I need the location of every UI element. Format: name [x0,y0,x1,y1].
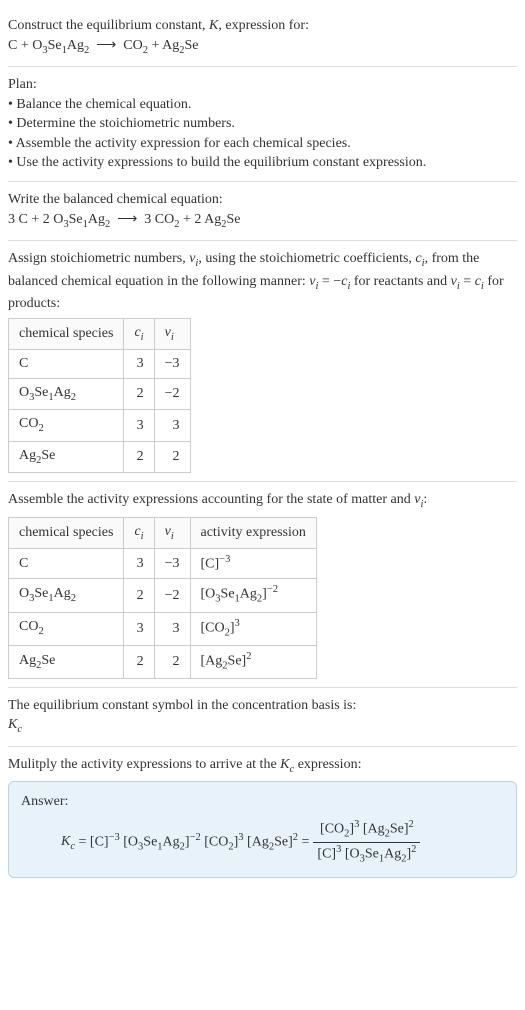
balanced-equation: 3 C + 2 O3Se1Ag2 ⟶ 3 CO2 + 2 Ag2Se [8,210,517,232]
cell-species: CO2 [9,612,124,645]
cell-vi: −2 [154,579,190,612]
plan-item: • Determine the stoichiometric numbers. [8,114,517,134]
table-row: C 3 −3 [9,350,191,379]
cell-ci: 2 [124,579,154,612]
col-species: chemical species [9,517,124,548]
cell-ci: 3 [124,350,154,379]
cell-species: O3Se1Ag2 [9,579,124,612]
cell-ci: 2 [124,645,154,678]
cell-vi: 2 [154,441,190,472]
stoich-intro: Assign stoichiometric numbers, νi, using… [8,249,517,314]
balanced-section: Write the balanced chemical equation: 3 … [8,182,517,241]
cell-activity: [O3Se1Ag2]−2 [190,579,316,612]
cell-activity: [CO2]3 [190,612,316,645]
cell-species: C [9,549,124,579]
cell-ci: 2 [124,441,154,472]
basis-symbol: Kc [8,715,517,737]
kc-fraction: [CO2]3 [Ag2Se]2 [C]3 [O3Se1Ag2]2 [313,818,420,867]
table-header-row: chemical species ci νi [9,318,191,349]
basis-section: The equilibrium constant symbol in the c… [8,688,517,747]
table-row: Ag2Se 2 2 [9,441,191,472]
plan-item: • Assemble the activity expression for e… [8,134,517,154]
final-section: Mulitply the activity expressions to arr… [8,747,517,886]
cell-ci: 2 [124,378,154,409]
cell-species: C [9,350,124,379]
answer-label: Answer: [21,792,504,812]
cell-vi: −3 [154,350,190,379]
cell-activity: [Ag2Se]2 [190,645,316,678]
cell-ci: 3 [124,549,154,579]
cell-species: O3Se1Ag2 [9,378,124,409]
final-intro: Mulitply the activity expressions to arr… [8,755,517,777]
cell-vi: −3 [154,549,190,579]
intro-line1: Construct the equilibrium constant, K, e… [8,16,517,36]
cell-ci: 3 [124,612,154,645]
cell-vi: −2 [154,378,190,409]
activity-intro: Assemble the activity expressions accoun… [8,490,517,512]
col-vi: νi [154,517,190,548]
col-ci: ci [124,517,154,548]
plan-item: • Use the activity expressions to build … [8,153,517,173]
kc-frac-num: [CO2]3 [Ag2Se]2 [316,818,418,842]
plan-section: Plan: • Balance the chemical equation. •… [8,67,517,182]
table-row: CO2 3 3 [CO2]3 [9,612,317,645]
answer-box: Answer: Kc = [C]−3 [O3Se1Ag2]−2 [CO2]3 [… [8,781,517,878]
col-ci: ci [124,318,154,349]
cell-species: Ag2Se [9,645,124,678]
table-row: CO2 3 3 [9,410,191,441]
cell-species: Ag2Se [9,441,124,472]
col-species: chemical species [9,318,124,349]
intro-section: Construct the equilibrium constant, K, e… [8,8,517,67]
activity-table: chemical species ci νi activity expressi… [8,517,317,679]
cell-activity: [C]−3 [190,549,316,579]
table-header-row: chemical species ci νi activity expressi… [9,517,317,548]
table-row: C 3 −3 [C]−3 [9,549,317,579]
col-vi: νi [154,318,190,349]
col-activity: activity expression [190,517,316,548]
cell-ci: 3 [124,410,154,441]
activity-section: Assemble the activity expressions accoun… [8,482,517,688]
final-expression: Kc = [C]−3 [O3Se1Ag2]−2 [CO2]3 [Ag2Se]2 … [21,818,504,867]
cell-species: CO2 [9,410,124,441]
basis-line1: The equilibrium constant symbol in the c… [8,696,517,716]
kc-lhs: Kc = [C]−3 [O3Se1Ag2]−2 [CO2]3 [Ag2Se]2 … [61,831,309,855]
kc-frac-den: [C]3 [O3Se1Ag2]2 [313,843,420,867]
cell-vi: 3 [154,410,190,441]
table-row: Ag2Se 2 2 [Ag2Se]2 [9,645,317,678]
table-row: O3Se1Ag2 2 −2 [9,378,191,409]
cell-vi: 3 [154,612,190,645]
plan-item: • Balance the chemical equation. [8,95,517,115]
plan-heading: Plan: [8,75,517,95]
table-row: O3Se1Ag2 2 −2 [O3Se1Ag2]−2 [9,579,317,612]
balanced-heading: Write the balanced chemical equation: [8,190,517,210]
stoich-table: chemical species ci νi C 3 −3 O3Se1Ag2 2… [8,318,191,474]
stoich-section: Assign stoichiometric numbers, νi, using… [8,241,517,482]
cell-vi: 2 [154,645,190,678]
intro-equation: C + O3Se1Ag2 ⟶ CO2 + Ag2Se [8,36,517,58]
